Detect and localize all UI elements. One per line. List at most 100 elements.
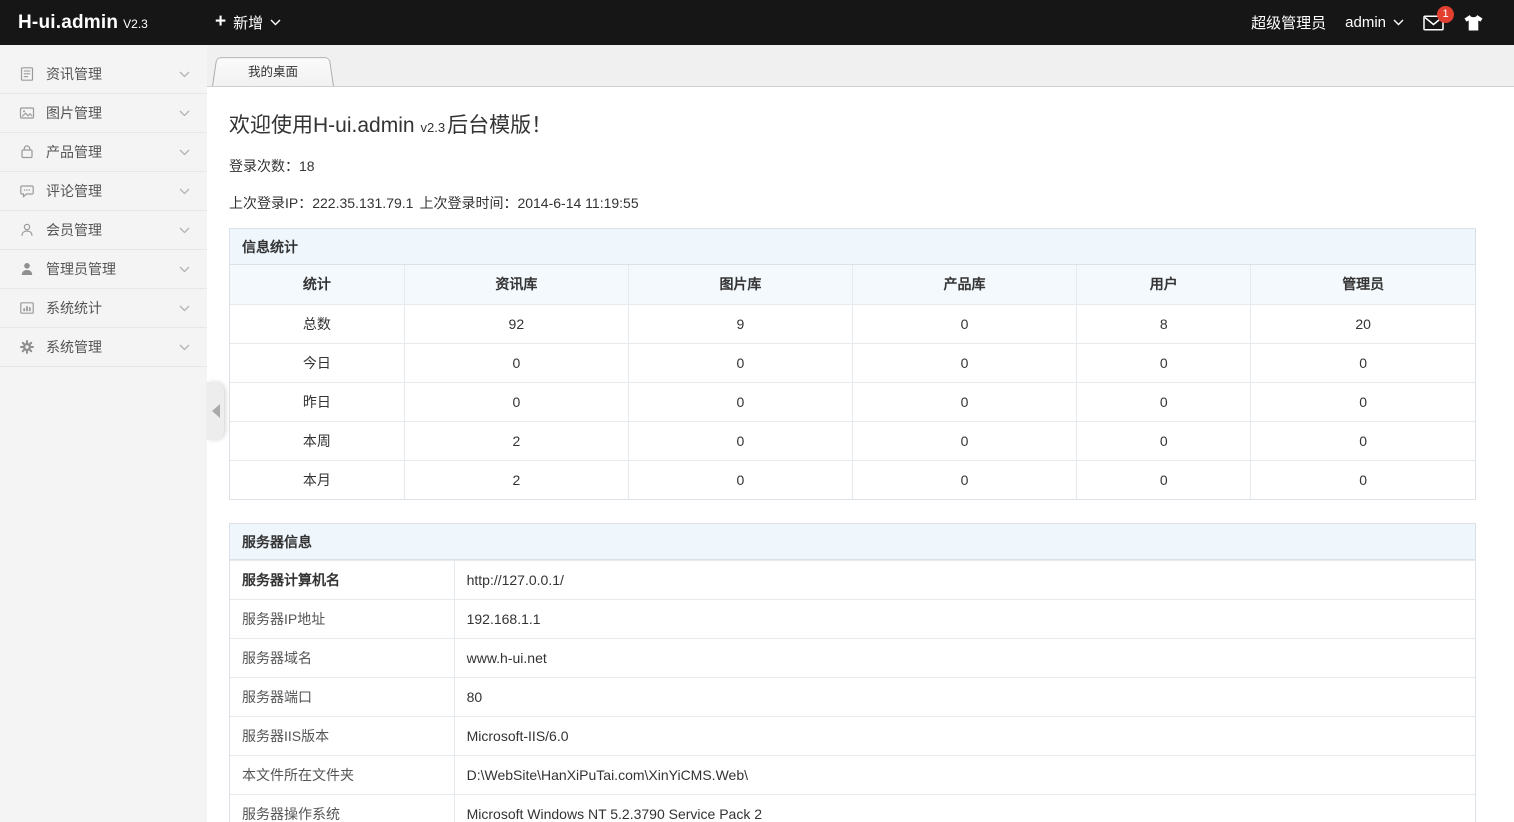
stats-cell: 0 — [628, 382, 852, 421]
stats-cell: 0 — [404, 343, 628, 382]
info-stats-panel-title: 信息统计 — [230, 229, 1475, 265]
chevron-down-icon — [270, 19, 281, 26]
stats-cell: 0 — [404, 382, 628, 421]
page-title: 欢迎使用H-ui.adminv2.3后台模版！ — [229, 109, 1476, 139]
stats-cell: 0 — [1077, 421, 1251, 460]
chevron-down-icon — [179, 344, 190, 351]
stats-row-today: 今日 0 0 0 0 0 — [230, 343, 1475, 382]
stats-cell: 0 — [1251, 421, 1475, 460]
stats-col-header: 资讯库 — [404, 265, 628, 304]
sidebar-item-stats[interactable]: 系统统计 — [0, 289, 207, 328]
stats-cell: 0 — [1077, 382, 1251, 421]
sidebar-nav: 资讯管理 图片管理 产品管理 评论管理 — [0, 45, 207, 822]
stats-row-label: 本月 — [230, 460, 404, 499]
server-label-cell: 服务器端口 — [230, 678, 454, 717]
gear-icon — [19, 339, 37, 356]
stats-col-header: 管理员 — [1251, 265, 1475, 304]
login-count-value: 18 — [299, 158, 315, 174]
sidebar-item-news[interactable]: 资讯管理 — [0, 55, 207, 94]
chevron-down-icon — [179, 149, 190, 156]
stats-row-total: 总数 92 9 0 8 20 — [230, 304, 1475, 343]
stats-cell: 0 — [852, 421, 1076, 460]
tshirt-icon — [1463, 14, 1484, 32]
stats-cell: 0 — [1077, 343, 1251, 382]
login-count-label: 登录次数： — [229, 158, 299, 174]
server-value-cell: 192.168.1.1 — [454, 600, 1475, 639]
top-header: H-ui.adminV2.3 + 新增 超级管理员 admin 1 — [0, 0, 1514, 45]
sidebar-item-label: 管理员管理 — [46, 259, 179, 279]
chevron-down-icon — [179, 188, 190, 195]
topbar-right: 超级管理员 admin 1 — [1251, 12, 1514, 33]
server-label-cell: 本文件所在文件夹 — [230, 756, 454, 795]
messages-button[interactable]: 1 — [1423, 15, 1444, 31]
stats-row-label: 总数 — [230, 304, 404, 343]
server-row: 服务器域名 www.h-ui.net — [230, 639, 1475, 678]
stats-cell: 2 — [404, 460, 628, 499]
server-info-table: 服务器计算机名 http://127.0.0.1/ 服务器IP地址 192.16… — [230, 560, 1475, 822]
stats-row-month: 本月 2 0 0 0 0 — [230, 460, 1475, 499]
last-login-line: 上次登录IP：222.35.131.79.1上次登录时间：2014-6-14 1… — [229, 193, 1476, 213]
sidebar-item-label: 系统统计 — [46, 298, 179, 318]
stats-cell: 0 — [628, 343, 852, 382]
login-count-line: 登录次数：18 — [229, 156, 1476, 176]
sidebar-item-products[interactable]: 产品管理 — [0, 133, 207, 172]
stats-cell: 0 — [852, 460, 1076, 499]
bag-icon — [19, 144, 37, 161]
mail-badge: 1 — [1437, 6, 1454, 23]
stats-cell: 9 — [628, 304, 852, 343]
sidebar-item-system[interactable]: 系统管理 — [0, 328, 207, 367]
stats-cell: 20 — [1251, 304, 1475, 343]
chevron-left-icon — [212, 404, 220, 418]
stats-cell: 0 — [1077, 460, 1251, 499]
sidebar-item-comments[interactable]: 评论管理 — [0, 172, 207, 211]
theme-button[interactable] — [1463, 14, 1484, 32]
chevron-down-icon — [179, 71, 190, 78]
server-row: 本文件所在文件夹 D:\WebSite\HanXiPuTai.com\XinYi… — [230, 756, 1475, 795]
server-value-cell: Microsoft-IIS/6.0 — [454, 717, 1475, 756]
stats-header-row: 统计 资讯库 图片库 产品库 用户 管理员 — [230, 265, 1475, 304]
server-row: 服务器操作系统 Microsoft Windows NT 5.2.3790 Se… — [230, 795, 1475, 822]
add-new-dropdown[interactable]: + 新增 — [215, 12, 281, 33]
sidebar-item-images[interactable]: 图片管理 — [0, 94, 207, 133]
last-ip-value: 222.35.131.79.1 — [312, 195, 413, 211]
stats-col-header: 产品库 — [852, 265, 1076, 304]
user-icon — [19, 222, 37, 239]
sidebar-item-members[interactable]: 会员管理 — [0, 211, 207, 250]
add-new-label: 新增 — [233, 12, 263, 33]
stats-cell: 8 — [1077, 304, 1251, 343]
info-stats-table: 统计 资讯库 图片库 产品库 用户 管理员 总数 92 9 — [230, 265, 1475, 499]
sidebar-item-label: 评论管理 — [46, 181, 179, 201]
chevron-down-icon — [1393, 19, 1404, 26]
server-label-cell: 服务器域名 — [230, 639, 454, 678]
server-value-cell: Microsoft Windows NT 5.2.3790 Service Pa… — [454, 795, 1475, 822]
server-info-panel-title: 服务器信息 — [230, 524, 1475, 560]
server-label-cell: 服务器IIS版本 — [230, 717, 454, 756]
app-logo[interactable]: H-ui.adminV2.3 — [0, 12, 189, 34]
stats-cell: 2 — [404, 421, 628, 460]
sidebar-item-label: 会员管理 — [46, 220, 179, 240]
stats-cell: 92 — [404, 304, 628, 343]
username-dropdown[interactable]: admin — [1345, 14, 1404, 31]
stats-cell: 0 — [1251, 382, 1475, 421]
server-row: 服务器IP地址 192.168.1.1 — [230, 600, 1475, 639]
stats-cell: 0 — [628, 460, 852, 499]
last-time-value: 2014-6-14 11:19:55 — [517, 195, 638, 211]
sidebar-collapse-handle[interactable] — [207, 382, 224, 440]
welcome-main: 欢迎使用H-ui.admin — [229, 114, 415, 137]
chevron-down-icon — [179, 110, 190, 117]
stats-cell: 0 — [1251, 343, 1475, 382]
sidebar-item-admins[interactable]: 管理员管理 — [0, 250, 207, 289]
server-value-cell: http://127.0.0.1/ — [454, 561, 1475, 600]
sidebar-item-label: 图片管理 — [46, 103, 179, 123]
news-icon — [19, 66, 37, 83]
app-version: V2.3 — [123, 17, 148, 31]
sidebar-item-label: 产品管理 — [46, 142, 179, 162]
plus-icon: + — [215, 12, 226, 31]
stats-cell: 0 — [1251, 460, 1475, 499]
server-label-cell: 服务器IP地址 — [230, 600, 454, 639]
welcome-suffix: 后台模版！ — [447, 114, 552, 137]
tab-my-desktop[interactable]: 我的桌面 — [212, 55, 334, 86]
server-value-cell: D:\WebSite\HanXiPuTai.com\XinYiCMS.Web\ — [454, 756, 1475, 795]
comment-icon — [19, 183, 37, 200]
stats-col-header: 图片库 — [628, 265, 852, 304]
